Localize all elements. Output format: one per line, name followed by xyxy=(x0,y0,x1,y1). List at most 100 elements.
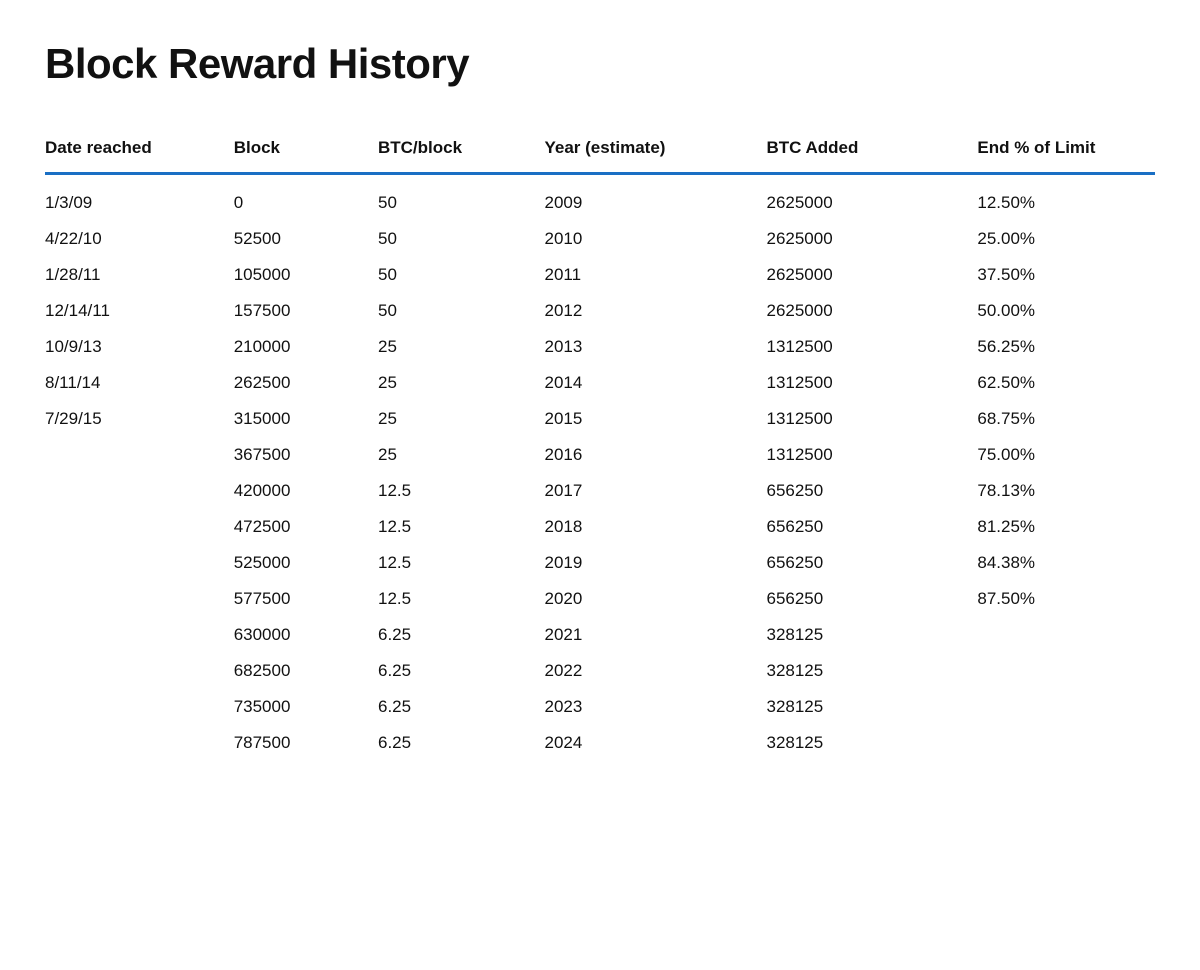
cell-block: 472500 xyxy=(234,509,378,545)
cell-date: 8/11/14 xyxy=(45,365,234,401)
cell-btcblock: 12.5 xyxy=(378,581,545,617)
cell-btcadded: 1312500 xyxy=(766,365,977,401)
cell-endpct xyxy=(977,689,1155,725)
col-header-btcadded: BTC Added xyxy=(766,128,977,174)
cell-block: 0 xyxy=(234,174,378,222)
cell-btcblock: 12.5 xyxy=(378,473,545,509)
cell-year: 2013 xyxy=(544,329,766,365)
cell-year: 2010 xyxy=(544,221,766,257)
cell-btcblock: 6.25 xyxy=(378,617,545,653)
cell-block: 682500 xyxy=(234,653,378,689)
cell-year: 2022 xyxy=(544,653,766,689)
cell-date: 4/22/10 xyxy=(45,221,234,257)
cell-btcblock: 50 xyxy=(378,221,545,257)
cell-endpct: 84.38% xyxy=(977,545,1155,581)
cell-year: 2018 xyxy=(544,509,766,545)
cell-date xyxy=(45,473,234,509)
cell-btcadded: 1312500 xyxy=(766,437,977,473)
cell-date xyxy=(45,509,234,545)
cell-btcadded: 2625000 xyxy=(766,174,977,222)
cell-btcadded: 2625000 xyxy=(766,221,977,257)
cell-block: 262500 xyxy=(234,365,378,401)
table-row: 7350006.252023328125 xyxy=(45,689,1155,725)
cell-endpct: 75.00% xyxy=(977,437,1155,473)
table-row: 6825006.252022328125 xyxy=(45,653,1155,689)
cell-date xyxy=(45,581,234,617)
col-header-block: Block xyxy=(234,128,378,174)
cell-endpct xyxy=(977,653,1155,689)
cell-btcblock: 25 xyxy=(378,365,545,401)
cell-block: 735000 xyxy=(234,689,378,725)
table-row: 4/22/1052500502010262500025.00% xyxy=(45,221,1155,257)
col-header-year: Year (estimate) xyxy=(544,128,766,174)
table-row: 1/28/11105000502011262500037.50% xyxy=(45,257,1155,293)
cell-btcblock: 25 xyxy=(378,329,545,365)
cell-date: 12/14/11 xyxy=(45,293,234,329)
cell-endpct: 25.00% xyxy=(977,221,1155,257)
cell-endpct: 78.13% xyxy=(977,473,1155,509)
cell-btcblock: 25 xyxy=(378,437,545,473)
cell-btcadded: 656250 xyxy=(766,545,977,581)
cell-year: 2017 xyxy=(544,473,766,509)
cell-block: 525000 xyxy=(234,545,378,581)
cell-endpct: 50.00% xyxy=(977,293,1155,329)
cell-btcblock: 6.25 xyxy=(378,689,545,725)
cell-year: 2012 xyxy=(544,293,766,329)
cell-endpct: 62.50% xyxy=(977,365,1155,401)
block-reward-table: Date reached Block BTC/block Year (estim… xyxy=(45,128,1155,761)
cell-endpct: 87.50% xyxy=(977,581,1155,617)
col-header-date: Date reached xyxy=(45,128,234,174)
cell-date xyxy=(45,617,234,653)
table-row: 12/14/11157500502012262500050.00% xyxy=(45,293,1155,329)
cell-year: 2009 xyxy=(544,174,766,222)
cell-btcadded: 328125 xyxy=(766,725,977,761)
cell-btcblock: 6.25 xyxy=(378,725,545,761)
cell-block: 630000 xyxy=(234,617,378,653)
cell-btcblock: 25 xyxy=(378,401,545,437)
cell-block: 105000 xyxy=(234,257,378,293)
table-row: 7875006.252024328125 xyxy=(45,725,1155,761)
table-row: 47250012.5201865625081.25% xyxy=(45,509,1155,545)
cell-block: 315000 xyxy=(234,401,378,437)
cell-date xyxy=(45,653,234,689)
cell-endpct xyxy=(977,725,1155,761)
cell-year: 2019 xyxy=(544,545,766,581)
cell-endpct: 37.50% xyxy=(977,257,1155,293)
page-title: Block Reward History xyxy=(45,40,1155,88)
cell-block: 210000 xyxy=(234,329,378,365)
cell-year: 2021 xyxy=(544,617,766,653)
cell-btcblock: 12.5 xyxy=(378,509,545,545)
table-row: 42000012.5201765625078.13% xyxy=(45,473,1155,509)
cell-btcblock: 12.5 xyxy=(378,545,545,581)
table-header-row: Date reached Block BTC/block Year (estim… xyxy=(45,128,1155,174)
cell-block: 367500 xyxy=(234,437,378,473)
cell-date: 7/29/15 xyxy=(45,401,234,437)
cell-endpct: 81.25% xyxy=(977,509,1155,545)
cell-btcadded: 328125 xyxy=(766,617,977,653)
cell-block: 157500 xyxy=(234,293,378,329)
cell-year: 2015 xyxy=(544,401,766,437)
table-row: 6300006.252021328125 xyxy=(45,617,1155,653)
cell-endpct: 68.75% xyxy=(977,401,1155,437)
cell-btcadded: 2625000 xyxy=(766,257,977,293)
cell-year: 2014 xyxy=(544,365,766,401)
table-row: 1/3/090502009262500012.50% xyxy=(45,174,1155,222)
cell-btcadded: 656250 xyxy=(766,581,977,617)
cell-btcadded: 328125 xyxy=(766,689,977,725)
cell-date xyxy=(45,437,234,473)
cell-date xyxy=(45,689,234,725)
cell-btcblock: 50 xyxy=(378,293,545,329)
cell-date xyxy=(45,725,234,761)
table-row: 7/29/15315000252015131250068.75% xyxy=(45,401,1155,437)
cell-btcblock: 50 xyxy=(378,174,545,222)
cell-date: 1/3/09 xyxy=(45,174,234,222)
cell-btcadded: 656250 xyxy=(766,509,977,545)
cell-block: 577500 xyxy=(234,581,378,617)
cell-btcadded: 1312500 xyxy=(766,329,977,365)
cell-year: 2023 xyxy=(544,689,766,725)
cell-btcadded: 656250 xyxy=(766,473,977,509)
cell-btcadded: 2625000 xyxy=(766,293,977,329)
cell-year: 2011 xyxy=(544,257,766,293)
cell-endpct: 56.25% xyxy=(977,329,1155,365)
cell-date xyxy=(45,545,234,581)
